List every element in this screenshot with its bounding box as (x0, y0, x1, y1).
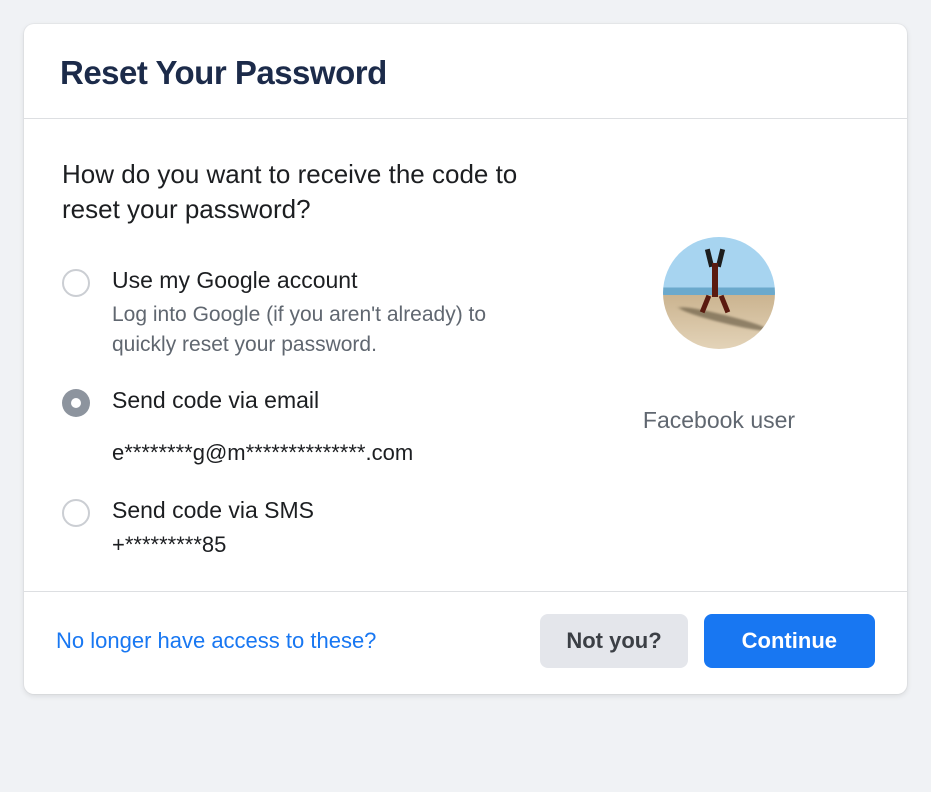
option-google[interactable]: Use my Google account Log into Google (i… (62, 267, 569, 359)
reset-password-card: Reset Your Password How do you want to r… (24, 24, 907, 694)
option-email-title: Send code via email (112, 387, 413, 414)
card-body: How do you want to receive the code to r… (24, 119, 907, 592)
options-column: How do you want to receive the code to r… (62, 157, 569, 561)
option-google-subtitle: Log into Google (if you aren't already) … (112, 300, 542, 359)
option-sms-number: +*********85 (112, 530, 314, 561)
continue-button[interactable]: Continue (704, 614, 875, 668)
not-you-button[interactable]: Not you? (540, 614, 687, 668)
radio-google[interactable] (62, 269, 90, 297)
option-google-text: Use my Google account Log into Google (i… (112, 267, 542, 359)
radio-email[interactable] (62, 389, 90, 417)
option-email-address: e********g@m**************.com (112, 438, 413, 469)
avatar (663, 237, 775, 349)
options-list: Use my Google account Log into Google (i… (62, 267, 569, 560)
option-email[interactable]: Send code via email e********g@m********… (62, 387, 569, 469)
user-label: Facebook user (643, 407, 795, 434)
card-header: Reset Your Password (24, 24, 907, 119)
option-google-title: Use my Google account (112, 267, 542, 294)
option-sms-text: Send code via SMS +*********85 (112, 497, 314, 561)
card-footer: No longer have access to these? Not you?… (24, 592, 907, 694)
option-email-text: Send code via email e********g@m********… (112, 387, 413, 469)
no-access-link[interactable]: No longer have access to these? (56, 628, 376, 654)
option-sms[interactable]: Send code via SMS +*********85 (62, 497, 569, 561)
option-sms-title: Send code via SMS (112, 497, 314, 524)
user-column: Facebook user (569, 157, 869, 561)
prompt-text: How do you want to receive the code to r… (62, 157, 569, 227)
page-title: Reset Your Password (60, 54, 871, 92)
radio-sms[interactable] (62, 499, 90, 527)
